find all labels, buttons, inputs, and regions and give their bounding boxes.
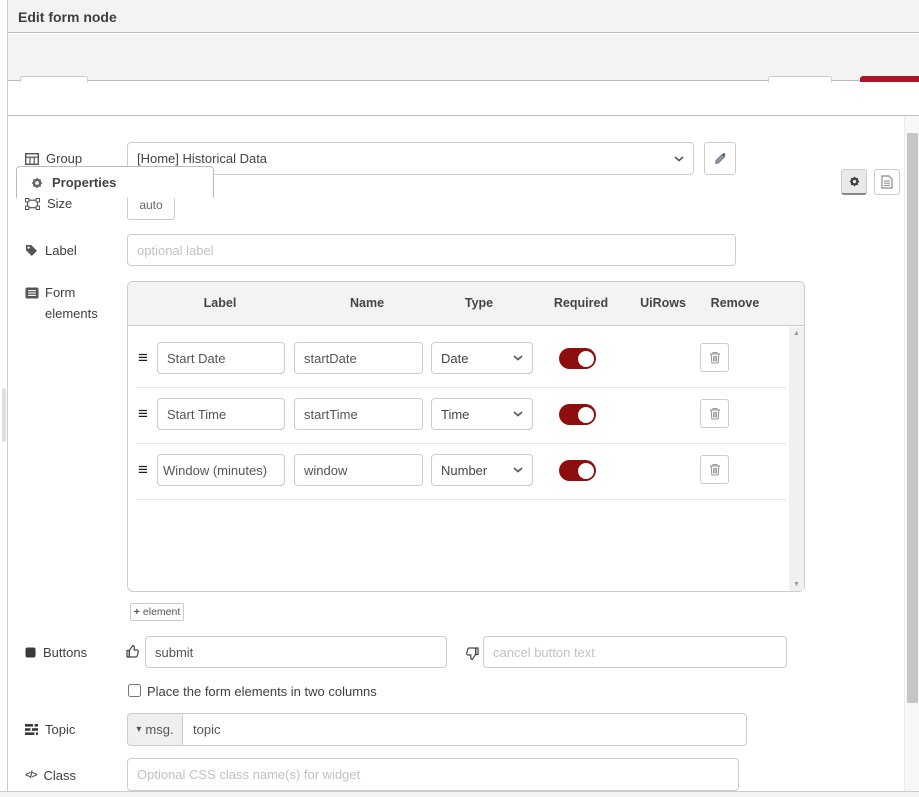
required-toggle[interactable]: [559, 404, 596, 425]
dialog-title: Edit form node: [18, 9, 117, 25]
element-type-select[interactable]: Date: [431, 342, 533, 374]
gear-icon: [848, 175, 861, 188]
element-label-input[interactable]: [157, 398, 285, 430]
dialog-header: Edit form node: [8, 0, 919, 33]
two-columns-label: Place the form elements in two columns: [147, 684, 377, 699]
two-columns-checkbox[interactable]: [128, 684, 141, 697]
delete-element-button[interactable]: [700, 343, 729, 372]
column-header-uirows: UiRows: [640, 296, 686, 310]
chevron-down-icon: [513, 467, 523, 473]
scroll-up-icon[interactable]: ▲: [789, 330, 804, 337]
dialog-button-bar: Delete Cancel Done: [8, 34, 919, 81]
delete-element-button[interactable]: [700, 455, 729, 484]
table-icon: [25, 153, 39, 165]
typed-input-type-button[interactable]: ▾ msg.: [128, 714, 183, 745]
element-name-input[interactable]: [294, 454, 423, 486]
trash-icon: [709, 351, 721, 364]
trash-icon: [709, 407, 721, 420]
element-label-input[interactable]: [157, 454, 285, 486]
plus-icon: +: [134, 606, 140, 618]
group-field-label: Group: [25, 151, 82, 166]
chevron-down-icon: [513, 355, 523, 361]
required-toggle[interactable]: [559, 460, 596, 481]
buttons-field-label: Buttons: [25, 645, 87, 660]
cancel-button-text-input[interactable]: [483, 636, 787, 668]
element-name-input[interactable]: [294, 342, 423, 374]
scroll-down-icon[interactable]: ▼: [789, 581, 804, 588]
element-type-select[interactable]: Number: [431, 454, 533, 486]
column-header-type: Type: [465, 296, 493, 310]
delete-element-button[interactable]: [700, 399, 729, 428]
main-scrollbar[interactable]: [904, 117, 919, 791]
add-element-button[interactable]: + element: [130, 603, 184, 621]
row-separator: [136, 499, 786, 500]
topic-typed-input[interactable]: ▾ msg. topic: [127, 713, 747, 746]
left-rail: [0, 0, 8, 797]
element-label-input[interactable]: [157, 342, 285, 374]
thumbs-up-icon: [126, 644, 141, 659]
form-elements-table-header: Label Name Type Required UiRows Remove: [128, 282, 804, 326]
object-group-icon: [25, 198, 40, 210]
code-icon: </>: [25, 770, 36, 781]
class-input[interactable]: [127, 758, 739, 791]
tasks-icon: [25, 724, 38, 735]
square-icon: [25, 647, 36, 658]
rail-grip[interactable]: [2, 388, 6, 442]
label-field-label: Label: [25, 243, 77, 258]
form-elements-table: Label Name Type Required UiRows Remove ≡…: [127, 281, 805, 592]
form-elements-field-label: Form elements: [25, 283, 97, 325]
class-field-label: </> Class: [25, 768, 76, 783]
file-text-icon: [881, 175, 893, 189]
tag-icon: [25, 244, 38, 257]
tab-properties-label: Properties: [52, 175, 116, 190]
trash-icon: [709, 463, 721, 476]
drag-handle-icon[interactable]: ≡: [138, 461, 148, 478]
table-scrollbar[interactable]: ▲ ▼: [789, 327, 804, 591]
column-header-required: Required: [554, 296, 608, 310]
pencil-icon: [713, 152, 727, 166]
tab-row: Properties: [8, 82, 919, 116]
chevron-down-icon: [674, 156, 684, 162]
typed-input-prefix: msg.: [145, 722, 173, 737]
description-icon-button[interactable]: [874, 169, 900, 195]
topic-field-label: Topic: [25, 722, 75, 737]
main-scrollbar-thumb[interactable]: [907, 133, 918, 703]
properties-icon-button[interactable]: [841, 169, 867, 195]
drag-handle-icon[interactable]: ≡: [138, 349, 148, 366]
thumbs-down-icon: [464, 646, 479, 661]
tab-properties[interactable]: Properties: [16, 166, 214, 198]
column-header-label: Label: [204, 296, 237, 310]
drag-handle-icon[interactable]: ≡: [138, 405, 148, 422]
size-field-label: Size: [25, 196, 72, 211]
bottom-strip: [0, 791, 919, 797]
element-type-select[interactable]: Time: [431, 398, 533, 430]
row-separator: [136, 443, 786, 444]
edit-group-button[interactable]: [704, 142, 736, 175]
list-alt-icon: [25, 287, 39, 299]
label-input[interactable]: [127, 234, 736, 266]
group-select-value: [Home] Historical Data: [137, 151, 267, 166]
column-header-remove: Remove: [711, 296, 760, 310]
submit-button-text-input[interactable]: [145, 636, 447, 668]
caret-down-icon: ▾: [136, 724, 141, 735]
chevron-down-icon: [513, 411, 523, 417]
required-toggle[interactable]: [559, 348, 596, 369]
element-name-input[interactable]: [294, 398, 423, 430]
gear-icon: [30, 176, 44, 190]
edit-form-node-dialog: Edit form node Delete Cancel Done Proper…: [0, 0, 919, 797]
topic-value[interactable]: topic: [183, 714, 220, 745]
column-header-name: Name: [350, 296, 384, 310]
row-separator: [136, 387, 786, 388]
